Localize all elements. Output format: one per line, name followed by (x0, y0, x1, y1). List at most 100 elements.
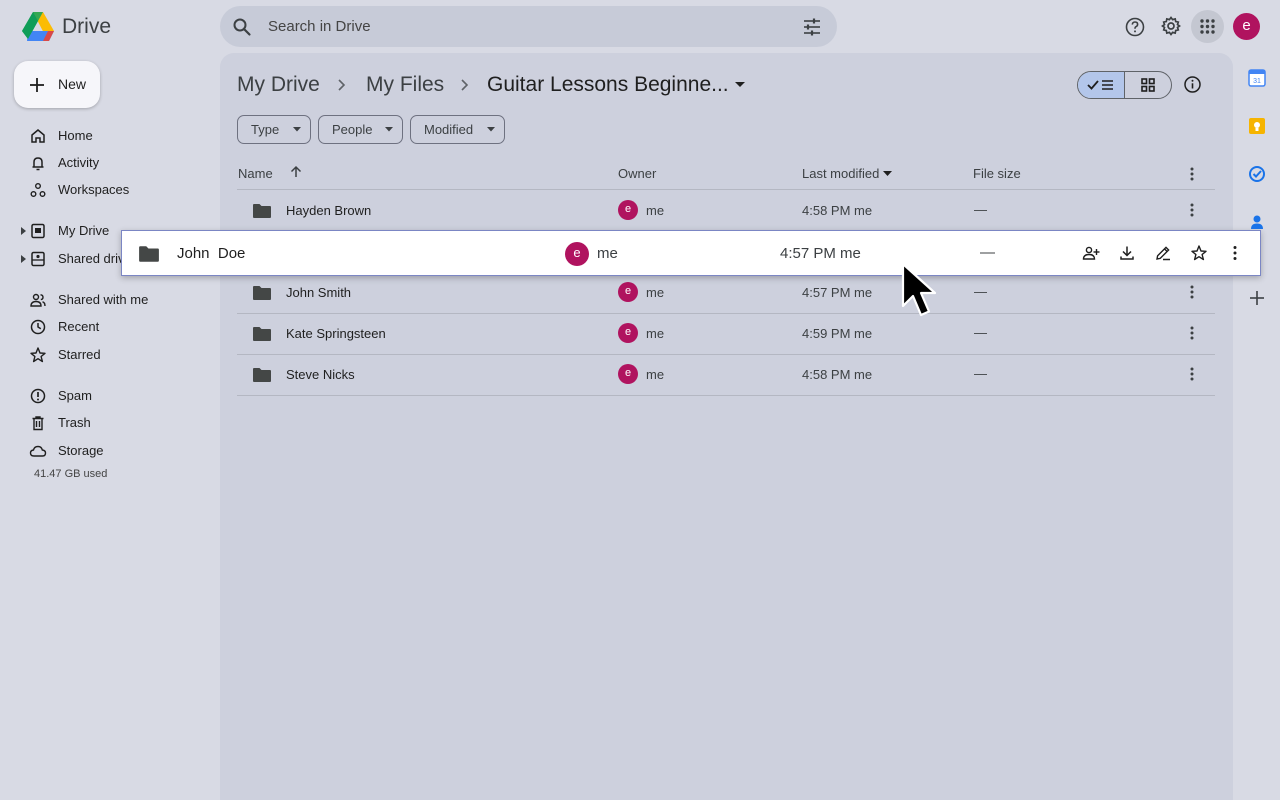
breadcrumb-my-files[interactable]: My Files (366, 73, 444, 97)
file-name: John Doe (177, 245, 246, 262)
owner-name: me (646, 203, 665, 218)
keep-icon[interactable] (1248, 117, 1266, 135)
grid-view-button[interactable] (1125, 72, 1172, 98)
dropdown-arrow-icon (293, 127, 301, 132)
expand-caret-icon[interactable] (21, 255, 26, 263)
help-icon[interactable] (1124, 16, 1146, 38)
table-row[interactable]: John Smith e me 4:57 PM me — (237, 272, 1215, 313)
chip-label: Modified (424, 122, 474, 137)
sidebar-item-workspaces[interactable]: Workspaces (0, 177, 215, 203)
column-header-file-size[interactable]: File size (973, 166, 1021, 181)
more-vert-icon[interactable] (1186, 202, 1198, 218)
chip-label: Type (251, 122, 280, 137)
folder-menu-dropdown-icon[interactable] (733, 80, 747, 90)
sort-caret-icon[interactable] (883, 171, 892, 176)
sidebar-item-label: Activity (58, 155, 100, 170)
more-vert-icon[interactable] (1186, 166, 1198, 182)
chip-label: People (332, 122, 373, 137)
sidebar-item-home[interactable]: Home (0, 123, 215, 149)
bell-icon (32, 157, 44, 171)
check-list-icon (1087, 80, 1113, 90)
trash-icon (32, 416, 44, 431)
more-vert-icon[interactable] (1186, 284, 1198, 300)
folder-icon (253, 286, 271, 300)
view-toggle[interactable] (1077, 71, 1172, 99)
dragged-table-row[interactable]: John Doe e me 4:57 PM me — (121, 230, 1261, 276)
owner-avatar: e (565, 242, 589, 266)
tasks-icon[interactable] (1248, 165, 1266, 183)
google-apps-button[interactable] (1191, 10, 1224, 43)
sidebar-item-activity[interactable]: Activity (0, 150, 215, 176)
list-view-button[interactable] (1078, 72, 1125, 98)
search-input[interactable]: Search in Drive (268, 18, 371, 35)
last-modified: 4:58 PM me (802, 203, 873, 218)
column-header-last-modified[interactable]: Last modified (802, 166, 879, 181)
owner-avatar: e (618, 323, 638, 343)
filter-chip-type[interactable]: Type (237, 115, 311, 144)
contacts-icon[interactable] (1248, 212, 1266, 230)
home-icon (31, 129, 45, 143)
column-header-owner[interactable]: Owner (618, 166, 656, 181)
last-modified: 4:59 PM me (802, 326, 873, 341)
apps-grid-icon (1200, 19, 1215, 34)
spam-icon (30, 388, 46, 404)
more-vert-icon[interactable] (1226, 244, 1244, 262)
file-name: John Smith (286, 285, 352, 300)
gear-icon[interactable] (1160, 15, 1182, 37)
sidebar-item-label: Spam (58, 388, 92, 403)
file-name: Steve Nicks (286, 367, 355, 382)
last-modified: 4:58 PM me (802, 367, 873, 382)
sidebar-item-label: Trash (58, 415, 91, 430)
sidebar-item-recent[interactable]: Recent (0, 314, 215, 340)
sidebar-item-starred[interactable]: Starred (0, 342, 215, 368)
rename-icon[interactable] (1154, 244, 1172, 262)
more-vert-icon[interactable] (1186, 325, 1198, 341)
add-addon-icon[interactable] (1248, 289, 1266, 307)
sidebar-item-label: Starred (58, 347, 101, 362)
folder-icon (253, 327, 271, 341)
drive-logo-icon (22, 12, 54, 41)
breadcrumb-my-drive[interactable]: My Drive (237, 73, 320, 97)
sort-ascending-icon[interactable] (289, 165, 303, 179)
chevron-right-icon (461, 79, 469, 91)
star-icon[interactable] (1190, 244, 1208, 262)
sidebar-item-spam[interactable]: Spam (0, 383, 215, 409)
owner-name: me (597, 245, 618, 262)
divider (237, 395, 1215, 396)
sidebar-item-storage[interactable]: Storage (0, 438, 215, 464)
file-size: — (980, 244, 995, 261)
calendar-icon[interactable]: 31 (1248, 69, 1266, 87)
info-icon[interactable] (1183, 75, 1202, 94)
sidebar-item-trash[interactable]: Trash (0, 410, 215, 436)
svg-text:31: 31 (1253, 78, 1261, 85)
download-icon[interactable] (1118, 244, 1136, 262)
owner-avatar: e (618, 200, 638, 220)
table-row[interactable]: Hayden Brown e me 4:58 PM me — (237, 190, 1215, 231)
expand-caret-icon[interactable] (21, 227, 26, 235)
filter-chip-modified[interactable]: Modified (410, 115, 505, 144)
storage-used-text: 41.47 GB used (34, 468, 108, 480)
mouse-cursor-icon (901, 262, 937, 317)
more-vert-icon[interactable] (1186, 366, 1198, 382)
account-avatar[interactable]: e (1233, 13, 1260, 40)
table-row[interactable]: Steve Nicks e me 4:58 PM me — (237, 354, 1215, 395)
table-row[interactable]: Kate Springsteen e me 4:59 PM me — (237, 313, 1215, 354)
cloud-icon (29, 445, 47, 457)
filter-chip-people[interactable]: People (318, 115, 403, 144)
column-header-name[interactable]: Name (238, 166, 273, 181)
sidebar-item-label: Workspaces (58, 182, 130, 197)
owner-name: me (646, 326, 665, 341)
sidebar-item-shared-with-me[interactable]: Shared with me (0, 287, 215, 313)
search-icon[interactable] (232, 17, 252, 37)
app-name: Drive (62, 15, 112, 38)
chevron-right-icon (338, 79, 346, 91)
people-icon (30, 293, 46, 307)
share-icon[interactable] (1082, 244, 1100, 262)
file-name: Hayden Brown (286, 203, 372, 218)
breadcrumb-current-folder[interactable]: Guitar Lessons Beginne... (487, 73, 729, 97)
search-options-icon[interactable] (802, 17, 822, 37)
owner-avatar: e (618, 282, 638, 302)
my-drive-icon (31, 223, 45, 239)
file-size: — (974, 284, 987, 299)
owner-name: me (646, 367, 665, 382)
